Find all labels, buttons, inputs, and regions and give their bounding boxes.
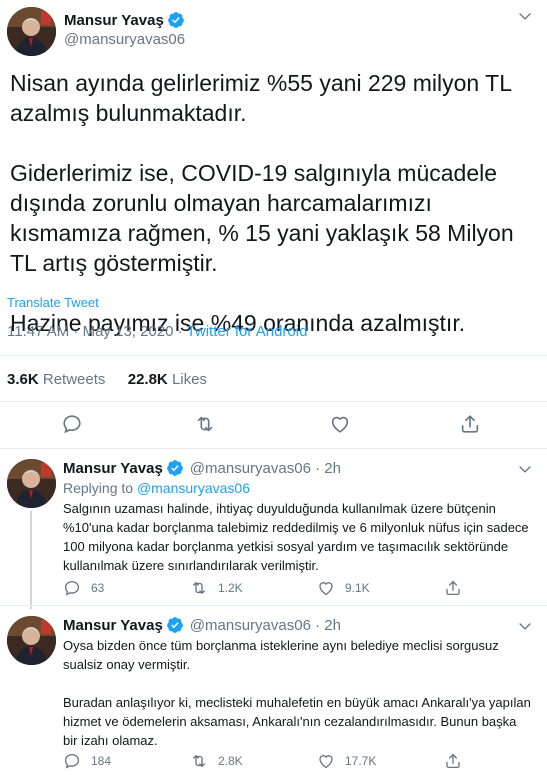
replying-to: Replying to @mansuryavas06	[63, 480, 250, 496]
tweet-paragraph: Giderlerimiz ise, COVID-19 salgınıyla mü…	[10, 160, 514, 276]
verified-badge-icon	[166, 616, 184, 634]
reply-tweet[interactable]: Mansur Yavaş @mansuryavas06 · 2h Replyin…	[0, 449, 547, 609]
like-icon	[317, 752, 335, 770]
divider	[0, 401, 547, 402]
like-button[interactable]	[329, 413, 351, 435]
verified-badge-icon	[167, 11, 185, 29]
translate-tweet-link[interactable]: Translate Tweet	[7, 295, 99, 310]
author-name[interactable]: Mansur Yavaş	[64, 12, 164, 29]
share-icon	[459, 413, 481, 435]
like-count: 9.1K	[345, 581, 370, 595]
reply-icon	[63, 752, 81, 770]
retweet-button[interactable]: 1.2K	[190, 579, 243, 597]
reply-paragraph: Oysa bizden önce tüm borçlanma istekleri…	[63, 638, 499, 672]
chevron-down-icon[interactable]	[517, 461, 533, 481]
chevron-down-icon[interactable]	[517, 618, 533, 638]
author-name-row[interactable]: Mansur Yavaş @mansuryavas06 · 2h	[63, 459, 341, 477]
author-name[interactable]: Mansur Yavaş	[63, 617, 163, 634]
reply-paragraph: Buradan anlaşılıyor ki, meclisteki muhal…	[63, 695, 531, 748]
verified-badge-icon	[166, 459, 184, 477]
like-button[interactable]: 9.1K	[317, 579, 370, 597]
tweet-timestamp[interactable]: 11:47 AM · May 13, 2020 ·	[7, 323, 187, 340]
share-icon	[444, 752, 462, 770]
reply-button[interactable]: 184	[63, 752, 111, 770]
reply-button[interactable]	[61, 413, 83, 435]
retweet-icon	[190, 752, 208, 770]
reply-count: 63	[91, 581, 105, 595]
share-icon	[444, 579, 462, 597]
like-icon	[329, 413, 351, 435]
like-icon	[317, 579, 335, 597]
avatar[interactable]	[7, 616, 56, 665]
divider	[0, 355, 547, 356]
tweet-actions	[0, 413, 547, 443]
likes-stat[interactable]: 22.8K Likes	[128, 371, 207, 388]
reply-icon	[63, 579, 81, 597]
reply-count: 184	[91, 754, 112, 768]
author-handle[interactable]: @mansuryavas06 · 2h	[190, 617, 341, 634]
tweet-meta: 11:47 AM · May 13, 2020 · Twitter for An…	[7, 323, 307, 340]
reply-button[interactable]: 63	[63, 579, 104, 597]
author-name-row[interactable]: Mansur Yavaş	[64, 11, 185, 29]
author-handle[interactable]: @mansuryavas06	[64, 31, 185, 48]
retweet-icon	[190, 579, 208, 597]
retweet-count: 2.8K	[218, 754, 243, 768]
tweet-source-link[interactable]: Twitter for Android	[187, 323, 308, 340]
retweet-count: 1.2K	[218, 581, 243, 595]
share-button[interactable]	[459, 413, 481, 435]
like-button[interactable]: 17.7K	[317, 752, 376, 770]
reply-text: Salgının uzaması halinde, ihtiyaç duyuld…	[63, 501, 529, 573]
author-name-row[interactable]: Mansur Yavaş @mansuryavas06 · 2h	[63, 616, 341, 634]
reply-actions: 184 2.8K 17.7K	[0, 752, 547, 775]
share-button[interactable]	[444, 579, 462, 597]
chevron-down-icon[interactable]	[517, 8, 533, 28]
retweet-button[interactable]: 2.8K	[190, 752, 243, 770]
avatar[interactable]	[7, 7, 56, 56]
reply-text: Oysa bizden önce tüm borçlanma istekleri…	[63, 636, 533, 750]
like-count: 17.7K	[345, 754, 377, 768]
author-name[interactable]: Mansur Yavaş	[63, 460, 163, 477]
reply-icon	[61, 413, 83, 435]
retweet-button[interactable]	[194, 413, 216, 435]
avatar[interactable]	[7, 459, 56, 508]
retweets-stat[interactable]: 3.6K Retweets	[7, 371, 105, 388]
tweet-paragraph: Nisan ayında gelirlerimiz %55 yani 229 m…	[10, 70, 512, 126]
tweet-stats: 3.6K Retweets 22.8K Likes	[7, 371, 207, 388]
reply-tweet[interactable]: Mansur Yavaş @mansuryavas06 · 2h Oysa bi…	[0, 606, 547, 775]
author-handle[interactable]: @mansuryavas06 · 2h	[190, 460, 341, 477]
replying-to-handle-link[interactable]: @mansuryavas06	[137, 480, 250, 496]
share-button[interactable]	[444, 752, 462, 770]
retweet-icon	[194, 413, 216, 435]
